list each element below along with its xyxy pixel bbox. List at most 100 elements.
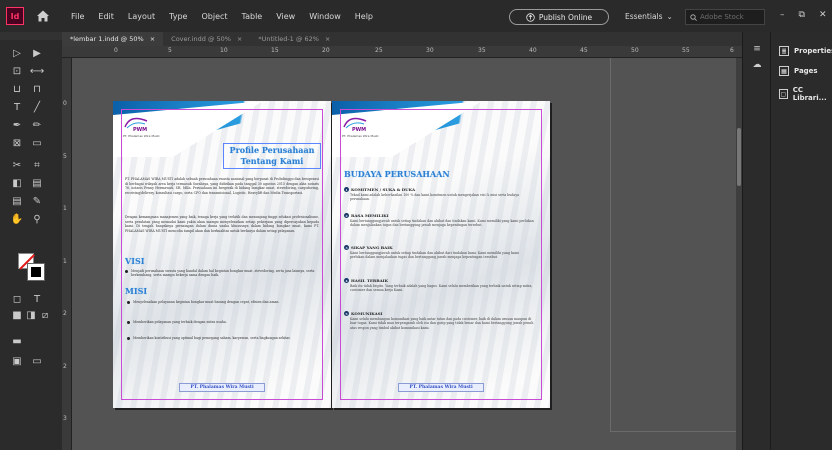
culture-entry-title: 5 KOMUNIKASI bbox=[344, 311, 534, 316]
free-transform-tool-icon[interactable]: ⌗ bbox=[30, 158, 44, 172]
entry-body: Baik itu tidak begitu. Yang terbaik adal… bbox=[350, 284, 533, 293]
menu-file[interactable]: File bbox=[64, 12, 91, 21]
panel-properties[interactable]: ≣ Properties bbox=[779, 46, 832, 56]
scrollbar-thumb[interactable] bbox=[737, 128, 741, 186]
bullet-dot bbox=[125, 270, 128, 273]
title-line-2: Tentang Kami bbox=[240, 156, 304, 166]
restore-icon[interactable]: ⧉ bbox=[799, 10, 805, 20]
selection-tool-icon[interactable]: ▷ bbox=[10, 46, 24, 60]
page-title[interactable]: Profile Perusahaan Tentang Kami bbox=[225, 145, 319, 167]
page-right[interactable]: PWM PT. Phalamas Wira Musti BUDAYA PERUS… bbox=[332, 101, 550, 408]
tab-cover[interactable]: Cover.indd @ 50% × bbox=[163, 32, 250, 46]
pasteboard-guide bbox=[610, 431, 742, 432]
intro-paragraph[interactable]: PT. PHALAMAS WIRA MUSTI adalah sebuah pe… bbox=[125, 177, 319, 195]
normal-view-icon[interactable]: ▣ bbox=[10, 354, 24, 368]
hand-tool-icon[interactable]: ✋ bbox=[10, 212, 24, 226]
horizontal-ruler[interactable]: 0 5 10 15 20 25 30 35 40 45 50 55 6 bbox=[62, 46, 742, 58]
misi-item[interactable]: Memberikan pelayanan yang terbaik dengan… bbox=[127, 320, 297, 324]
culture-entry-title: 4 HASIL TERBAIK bbox=[344, 278, 534, 283]
eyedropper-tool-icon[interactable]: ✎ bbox=[30, 194, 44, 208]
visi-item[interactable]: Menjadi perusahaan swasta yang handal da… bbox=[125, 269, 315, 278]
entry-body: Kami bertanggungjawab untuk setiap tinda… bbox=[350, 251, 519, 260]
formatting-text-icon[interactable]: T bbox=[30, 292, 44, 306]
direct-selection-tool-icon[interactable]: ▶ bbox=[30, 46, 44, 60]
intro-paragraph-2[interactable]: Dengan kemampuan manajemen yang baik, te… bbox=[125, 215, 319, 233]
page-left[interactable]: PWM PT. Phalamas Wira Musti Profile Peru… bbox=[113, 101, 331, 408]
menu-edit[interactable]: Edit bbox=[91, 12, 121, 21]
type-tool-icon[interactable]: T bbox=[10, 100, 24, 114]
misi-item[interactable]: Menyelesaikan pelayanan kegiatan bongkar… bbox=[127, 300, 297, 304]
gradient-feather-tool-icon[interactable]: ▤ bbox=[30, 176, 44, 190]
close-icon[interactable]: × bbox=[325, 35, 330, 43]
culture-heading[interactable]: BUDAYA PERUSAHAAN bbox=[344, 169, 450, 179]
ruler-tick: 50 bbox=[631, 47, 639, 54]
cc-icon[interactable]: ☁ bbox=[751, 60, 763, 72]
misi-item[interactable]: Memberikan kontribusi yang optimal bagi … bbox=[127, 336, 297, 340]
number-badge: 5 bbox=[344, 311, 349, 316]
menu-type[interactable]: Type bbox=[162, 12, 194, 21]
tab-label: Cover.indd @ 50% bbox=[171, 35, 231, 43]
panel-cc-libraries[interactable]: ▢ CC Librari... bbox=[779, 86, 832, 102]
menu-table[interactable]: Table bbox=[235, 12, 270, 21]
close-icon[interactable]: ✕ bbox=[819, 10, 827, 20]
number-badge: 2 bbox=[344, 213, 349, 218]
ruler-tick: 1 bbox=[63, 205, 67, 212]
number-badge: 3 bbox=[344, 245, 349, 250]
formatting-container-icon[interactable]: ◻ bbox=[10, 292, 24, 306]
workspace-switcher[interactable]: Essentials ⌄ bbox=[625, 12, 673, 21]
tab-untitled-1[interactable]: *Untitled-1 @ 62% × bbox=[250, 32, 338, 46]
menu-help[interactable]: Help bbox=[348, 12, 380, 21]
search-icon bbox=[690, 13, 697, 21]
page-footer[interactable]: PT. Phalamas Wira Musti bbox=[398, 383, 484, 392]
tab-lembar-1[interactable]: *lembar 1.indd @ 50% × bbox=[62, 32, 164, 46]
content-placer-icon[interactable]: ⊓ bbox=[30, 82, 44, 96]
menu-layout[interactable]: Layout bbox=[121, 12, 162, 21]
panel-pages[interactable]: ▦ Pages bbox=[779, 66, 818, 76]
rectangle-tool-icon[interactable]: ▭ bbox=[30, 136, 44, 150]
menu-window[interactable]: Window bbox=[302, 12, 348, 21]
vertical-ruler[interactable]: 0 5 1 1 2 2 3 bbox=[62, 58, 72, 450]
misi-heading[interactable]: MISI bbox=[125, 286, 147, 296]
page-footer[interactable]: PT. Phalamas Wira Musti bbox=[179, 383, 265, 392]
apply-color-icon[interactable]: ■ bbox=[10, 308, 24, 322]
culture-entry[interactable]: 3 SIKAP YANG BAIK Kami bertanggungjawab u… bbox=[344, 245, 534, 260]
adobe-stock-search[interactable]: Adobe Stock bbox=[685, 9, 765, 25]
publish-online-button[interactable]: Publish Online bbox=[509, 9, 609, 25]
note-tool-icon[interactable]: ▤ bbox=[10, 194, 24, 208]
scissors-tool-icon[interactable]: ✂ bbox=[10, 158, 24, 172]
gradient-swatch-tool-icon[interactable]: ◧ bbox=[10, 176, 24, 190]
culture-entry[interactable]: 1 KOMITMEN / SUKA & DUKA Tekad kami adala… bbox=[344, 187, 534, 202]
screen-mode-icon[interactable]: ▬ bbox=[10, 334, 24, 348]
misi-text: Menyelesaikan pelayanan kegiatan bongkar… bbox=[133, 300, 280, 304]
zoom-tool-icon[interactable]: ⚲ bbox=[30, 212, 44, 226]
stroke-swatch[interactable] bbox=[27, 263, 45, 281]
visi-text: Menjadi perusahaan swasta yang handal da… bbox=[131, 269, 315, 278]
apply-none-icon[interactable]: ⧄ bbox=[38, 308, 52, 322]
culture-entry[interactable]: 5 KOMUNIKASI Kami selalu membangun komuni… bbox=[344, 311, 534, 330]
tab-label: *Untitled-1 @ 62% bbox=[258, 35, 319, 43]
line-tool-icon[interactable]: ╱ bbox=[30, 100, 44, 114]
page-tool-icon[interactable]: ⊡ bbox=[10, 64, 24, 78]
minimize-icon[interactable]: – bbox=[780, 10, 785, 20]
home-icon[interactable] bbox=[36, 9, 50, 23]
title-line-1: Profile Perusahaan bbox=[229, 145, 315, 155]
content-collector-icon[interactable]: ⊔ bbox=[10, 82, 24, 96]
pencil-tool-icon[interactable]: ✏ bbox=[30, 118, 44, 132]
culture-entry[interactable]: 2 RASA MEMILIKI Kami bertanggungjawab unt… bbox=[344, 213, 534, 228]
visi-heading[interactable]: VISI bbox=[125, 256, 144, 266]
apply-gradient-icon[interactable]: ◨ bbox=[24, 308, 38, 322]
ruler-tick: 20 bbox=[322, 47, 330, 54]
document-canvas[interactable]: PWM PT. Phalamas Wira Musti Profile Peru… bbox=[72, 58, 742, 450]
menu-view[interactable]: View bbox=[269, 12, 302, 21]
close-icon[interactable]: × bbox=[237, 35, 242, 43]
preview-view-icon[interactable]: ▭ bbox=[30, 354, 44, 368]
pen-tool-icon[interactable]: ✒ bbox=[10, 118, 24, 132]
culture-entry[interactable]: 4 HASIL TERBAIK Baik itu tidak begitu. Ya… bbox=[344, 278, 534, 293]
gap-tool-icon[interactable]: ⟷ bbox=[30, 64, 44, 78]
close-icon[interactable]: × bbox=[150, 35, 155, 43]
hamburger-icon[interactable]: ≡ bbox=[751, 44, 763, 56]
menu-object[interactable]: Object bbox=[194, 12, 234, 21]
culture-entry-title: 2 RASA MEMILIKI bbox=[344, 213, 534, 218]
culture-entry-title: 1 KOMITMEN / SUKA & DUKA bbox=[344, 187, 534, 192]
rectangle-frame-tool-icon[interactable]: ⊠ bbox=[10, 136, 24, 150]
